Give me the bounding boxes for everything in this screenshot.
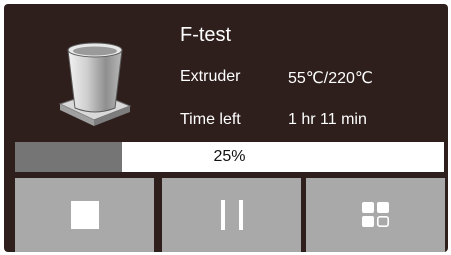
print-progress-bar: 25%	[15, 142, 444, 172]
model-thumbnail-icon	[58, 42, 132, 126]
time-left-value: 1 hr 11 min	[288, 111, 367, 128]
stop-icon	[70, 201, 99, 229]
progress-percent: 25%	[213, 148, 246, 165]
pause-button[interactable]	[162, 178, 301, 252]
more-options-icon	[361, 202, 389, 227]
job-name: F-test	[180, 24, 232, 46]
stop-button[interactable]	[15, 178, 154, 252]
extruder-label: Extruder	[180, 68, 241, 85]
print-status-screen: F-test Extruder 55℃/220℃ Time left 1 hr …	[4, 4, 448, 252]
extruder-temperature: 55℃/220℃	[288, 70, 373, 87]
more-options-button[interactable]	[306, 178, 445, 252]
pause-icon	[220, 200, 243, 230]
time-left-label: Time left	[180, 111, 241, 128]
